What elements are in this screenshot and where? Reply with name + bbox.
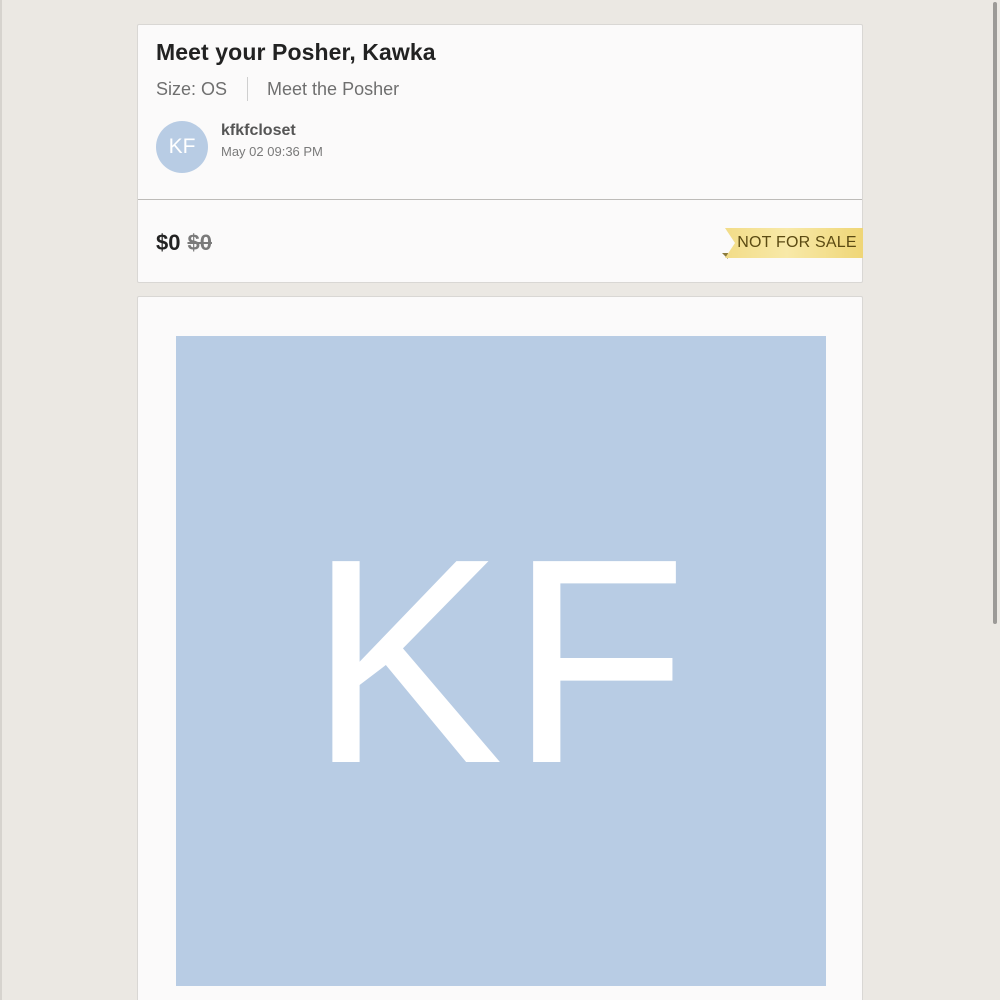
- listing-image-card: KF: [137, 296, 863, 1000]
- listing-title: Meet your Posher, Kawka: [156, 39, 436, 65]
- listing-timestamp: May 02 09:36 PM: [221, 144, 323, 159]
- listing-image-placeholder[interactable]: KF: [176, 336, 826, 986]
- meta-divider: [247, 77, 249, 101]
- seller-username[interactable]: kfkfcloset: [221, 122, 296, 140]
- category-link[interactable]: Meet the Posher: [267, 79, 399, 100]
- price-row: $0 $0: [156, 230, 212, 256]
- seller-avatar[interactable]: KF: [156, 121, 208, 173]
- page-left-edge: [0, 0, 2, 1000]
- listing-header-card: Meet your Posher, Kawka Size: OS Meet th…: [137, 24, 863, 283]
- original-price: $0: [187, 230, 212, 255]
- not-for-sale-badge: NOT FOR SALE: [725, 228, 863, 258]
- card-divider: [138, 199, 862, 200]
- scrollbar-track[interactable]: [990, 0, 1000, 1000]
- listing-meta-row: Size: OS Meet the Posher: [156, 77, 399, 101]
- size-label: Size: OS: [156, 78, 228, 99]
- scrollbar-thumb[interactable]: [993, 2, 997, 624]
- listing-price: $0: [156, 230, 181, 255]
